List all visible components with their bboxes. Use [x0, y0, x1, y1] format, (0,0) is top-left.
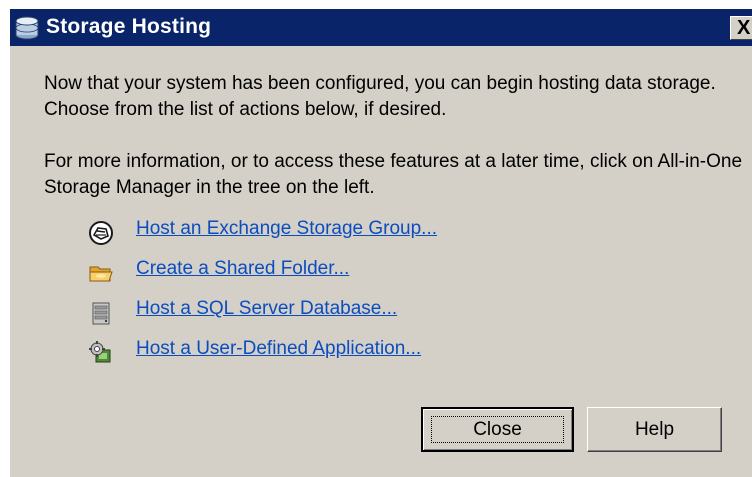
- action-label[interactable]: Create a Shared Folder...: [136, 258, 349, 280]
- folder-icon: [88, 260, 114, 286]
- action-label[interactable]: Host a SQL Server Database...: [136, 298, 397, 320]
- title-bar[interactable]: Storage Hosting X: [10, 9, 752, 46]
- database-server-icon: [88, 300, 114, 326]
- close-window-button[interactable]: X: [730, 16, 752, 40]
- close-button[interactable]: Close: [421, 407, 574, 452]
- help-button[interactable]: Help: [587, 407, 722, 452]
- action-host-user-defined-app[interactable]: Host a User-Defined Application...: [88, 334, 508, 374]
- storage-hosting-dialog: Storage Hosting X Now that your system h…: [10, 9, 752, 477]
- info-text: For more information, or to access these…: [44, 151, 743, 198]
- application-icon: [88, 340, 114, 366]
- action-label[interactable]: Host a User-Defined Application...: [136, 338, 421, 360]
- action-host-exchange[interactable]: Host an Exchange Storage Group...: [88, 214, 508, 254]
- action-label[interactable]: Host an Exchange Storage Group...: [136, 218, 437, 240]
- intro-text: Now that your system has been configured…: [44, 73, 716, 120]
- exchange-icon: [88, 220, 114, 246]
- action-create-shared-folder[interactable]: Create a Shared Folder...: [88, 254, 508, 294]
- close-button-label: Close: [431, 416, 564, 443]
- action-list: Host an Exchange Storage Group... Create…: [88, 214, 508, 374]
- window-title: Storage Hosting: [46, 15, 212, 38]
- action-host-sql-database[interactable]: Host a SQL Server Database...: [88, 294, 508, 334]
- storage-disk-icon: [14, 16, 40, 40]
